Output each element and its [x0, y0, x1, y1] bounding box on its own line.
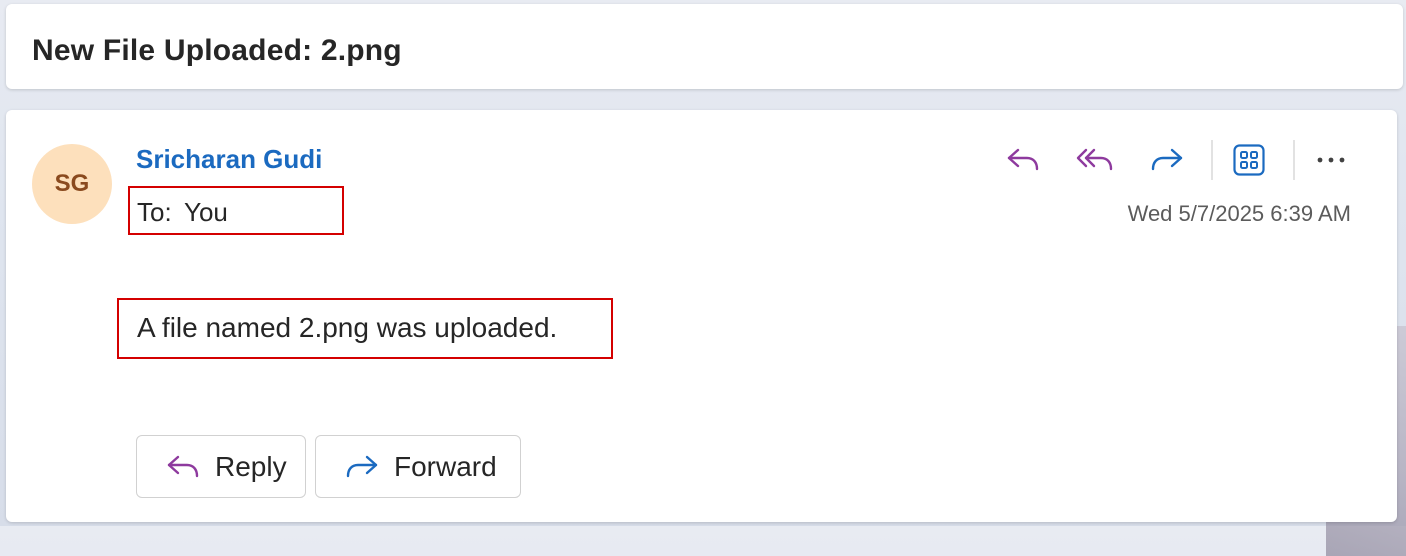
avatar[interactable]: SG: [32, 144, 112, 224]
to-value[interactable]: You: [184, 197, 228, 228]
forward-icon: [1151, 148, 1183, 171]
reply-icon: [1007, 148, 1039, 171]
email-body: A file named 2.png was uploaded.: [117, 298, 613, 359]
reply-all-button[interactable]: [1065, 140, 1125, 180]
message-card: SG Sricharan Gudi To: You Wed 5/7/2025 6…: [6, 110, 1397, 522]
sent-timestamp: Wed 5/7/2025 6:39 AM: [1127, 201, 1351, 226]
quick-reply-button[interactable]: Reply: [136, 435, 306, 498]
quick-forward-label: Forward: [394, 450, 497, 482]
more-actions-button[interactable]: [1301, 140, 1361, 180]
sender-name[interactable]: Sricharan Gudi: [136, 144, 322, 175]
forward-icon: [342, 452, 382, 482]
reply-icon: [163, 452, 203, 482]
more-icon: [1317, 157, 1345, 163]
apps-icon: [1233, 144, 1265, 176]
email-subject: New File Uploaded: 2.png: [32, 34, 402, 67]
toolbar-divider: [1293, 140, 1295, 180]
body-text: A file named 2.png was uploaded.: [137, 312, 558, 343]
apps-button[interactable]: [1219, 140, 1279, 180]
toolbar-divider: [1211, 140, 1213, 180]
quick-reply-label: Reply: [215, 450, 287, 482]
to-label: To:: [137, 197, 172, 227]
reply-all-icon: [1076, 148, 1113, 171]
reply-button[interactable]: [993, 140, 1053, 180]
message-toolbar: [993, 140, 1361, 180]
forward-button[interactable]: [1137, 140, 1197, 180]
subject-header: New File Uploaded: 2.png: [6, 4, 1403, 89]
recipient-row: To: You: [128, 186, 344, 235]
quick-forward-button[interactable]: Forward: [315, 435, 521, 498]
